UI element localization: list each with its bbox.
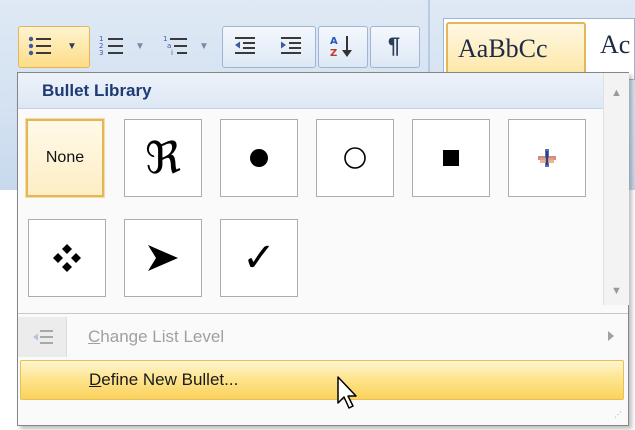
- svg-text:3: 3: [99, 49, 103, 57]
- increase-indent-icon[interactable]: [270, 26, 312, 66]
- bullet-filled-square-option[interactable]: [412, 119, 490, 197]
- gallery-scrollbar[interactable]: ▲ ▼: [603, 73, 629, 305]
- bullet-filled-circle-option[interactable]: [220, 119, 298, 197]
- bullet-none-option[interactable]: None: [25, 118, 105, 198]
- scroll-up-icon[interactable]: ▲: [604, 83, 629, 103]
- picture-bullet-icon: [538, 149, 556, 167]
- bullet-library-title: Bullet Library: [42, 80, 152, 100]
- style-next-preview[interactable]: Ac: [600, 30, 630, 60]
- change-list-level-label: Change List Level: [88, 327, 224, 347]
- change-list-level-item[interactable]: Change List Level: [18, 317, 628, 357]
- fraktur-r-bullet-icon: ℜ: [145, 132, 181, 184]
- bullet-checkmark-option[interactable]: ✓: [220, 219, 298, 297]
- filled-square-bullet-icon: [443, 150, 459, 166]
- svg-text:Z: Z: [330, 48, 337, 59]
- hollow-circle-bullet-icon: [344, 147, 366, 169]
- numbering-dropdown-arrow-icon[interactable]: ▼: [132, 26, 148, 66]
- pilcrow-icon[interactable]: ¶: [372, 26, 416, 66]
- mouse-cursor-icon: [337, 376, 357, 409]
- multilevel-list-icon[interactable]: 1 a i: [156, 26, 196, 66]
- bullet-library-menu: Bullet Library ▲ ▼ None ℜ ✓ Change List …: [17, 72, 629, 426]
- style-normal-preview[interactable]: AaBbCc: [446, 22, 586, 76]
- bullet-diamond-cluster-option[interactable]: [28, 219, 106, 297]
- style-normal-text: AaBbCc: [458, 34, 548, 63]
- bullet-picture-option[interactable]: [508, 119, 586, 197]
- resize-grip-icon[interactable]: ⋰: [614, 411, 624, 421]
- arrowhead-bullet-icon: [148, 245, 178, 271]
- define-new-bullet-label: Define New Bullet...: [89, 370, 238, 390]
- define-new-bullet-text: efine New Bullet...: [101, 370, 239, 389]
- bullet-library-header: Bullet Library: [18, 73, 603, 109]
- change-list-level-icon: [33, 330, 53, 344]
- submenu-arrow-icon: [608, 331, 614, 341]
- diamond-cluster-bullet-icon: [53, 244, 81, 272]
- bullets-icon[interactable]: [20, 26, 60, 66]
- define-new-bullet-item[interactable]: Define New Bullet...: [20, 360, 624, 400]
- filled-circle-bullet-icon: [250, 149, 268, 167]
- bullet-arrowhead-option[interactable]: [124, 219, 202, 297]
- change-list-level-text: hange List Level: [100, 327, 225, 346]
- bullet-fraktur-option[interactable]: ℜ: [124, 119, 202, 197]
- svg-text:A: A: [330, 36, 338, 47]
- bullet-hollow-circle-option[interactable]: [316, 119, 394, 197]
- svg-text:i: i: [171, 49, 173, 57]
- scroll-down-icon[interactable]: ▼: [604, 281, 629, 301]
- multilevel-dropdown-arrow-icon[interactable]: ▼: [196, 26, 212, 66]
- sort-icon[interactable]: A Z: [320, 26, 364, 66]
- menu-divider: [18, 313, 628, 314]
- define-new-bullet-accel: D: [89, 370, 102, 389]
- change-list-level-accel: C: [88, 327, 101, 346]
- numbering-icon[interactable]: 1 2 3: [92, 26, 132, 66]
- decrease-indent-icon[interactable]: [224, 26, 266, 66]
- bullet-none-label: None: [45, 149, 85, 166]
- style-next-text: Ac: [600, 30, 631, 59]
- checkmark-bullet-icon: ✓: [242, 235, 276, 281]
- bullets-dropdown-arrow-icon[interactable]: ▼: [62, 26, 82, 66]
